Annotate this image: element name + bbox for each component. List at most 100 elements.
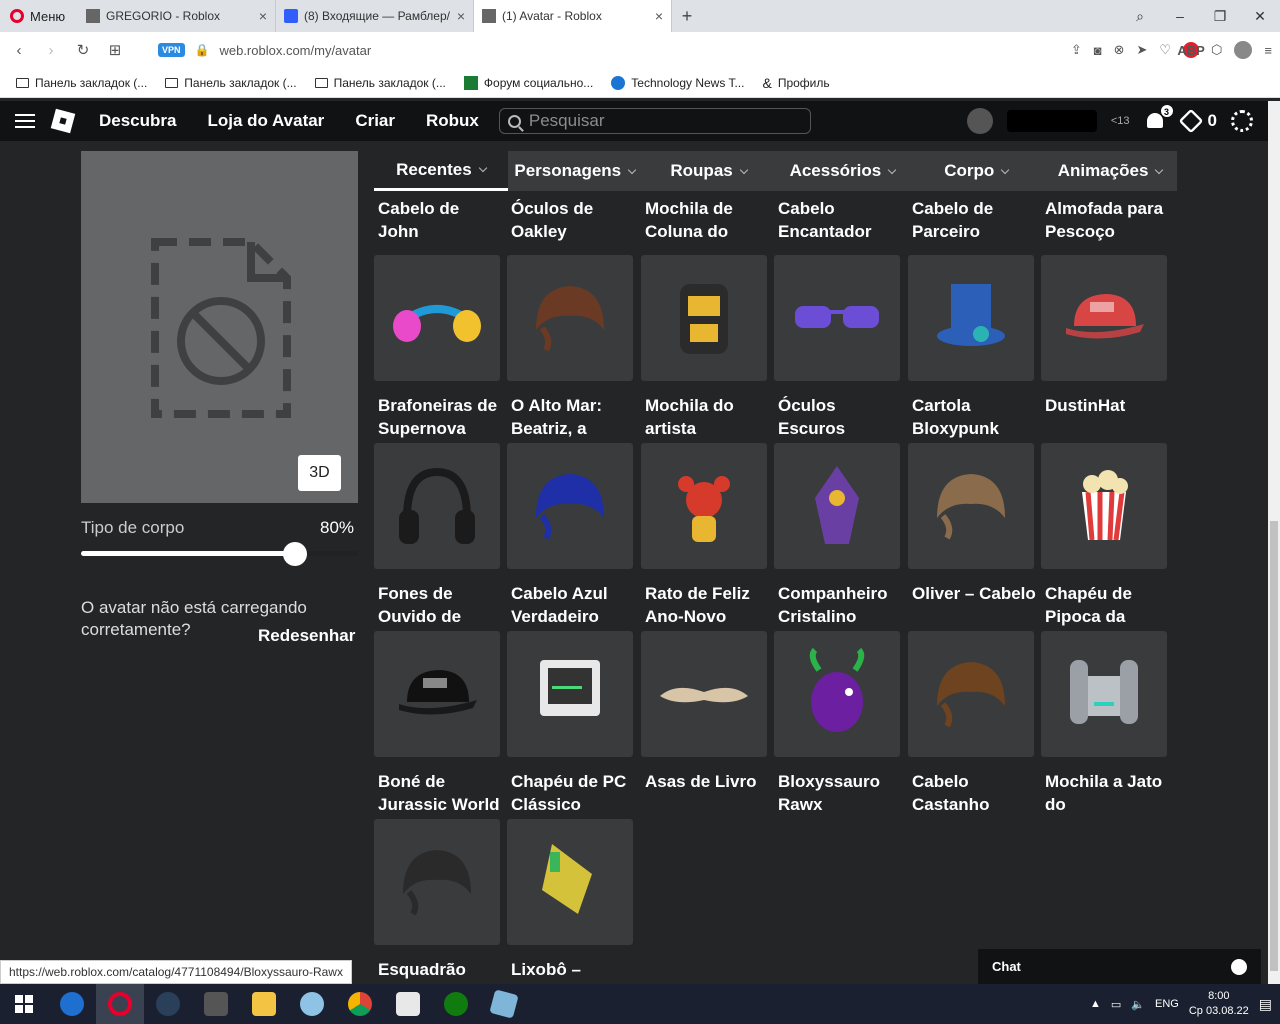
nav-descubra[interactable]: Descubra: [99, 111, 176, 131]
tab-roupas[interactable]: Roupas: [642, 151, 776, 191]
list-item[interactable]: Cabelo Encantador: [774, 197, 900, 243]
hamburger-menu-icon[interactable]: [15, 114, 35, 128]
item-thumbnail[interactable]: [774, 631, 900, 757]
tab-grid-icon[interactable]: ⊞: [104, 41, 126, 59]
block-icon[interactable]: ⊗: [1114, 42, 1125, 58]
chat-bar[interactable]: Chat 1: [978, 949, 1261, 984]
minimize-icon[interactable]: –: [1160, 8, 1200, 24]
menu-dots-icon[interactable]: ≡: [1264, 43, 1272, 58]
roblox-studio-icon[interactable]: [480, 984, 528, 1024]
file-explorer-icon[interactable]: [240, 984, 288, 1024]
url-field[interactable]: web.roblox.com/my/avatar: [219, 43, 1060, 58]
item-thumbnail[interactable]: [507, 443, 633, 569]
item-thumbnail[interactable]: [374, 255, 500, 381]
item-thumbnail[interactable]: [507, 819, 633, 945]
tab-gregorio[interactable]: GREGORIO - Roblox ×: [78, 0, 276, 32]
tray-up-icon[interactable]: ▲: [1090, 998, 1101, 1010]
notifications-icon[interactable]: 3: [1144, 104, 1174, 132]
robux-balance[interactable]: 0: [1178, 108, 1217, 134]
bookmark-item[interactable]: Панель закладок (...: [165, 76, 297, 90]
3d-toggle-button[interactable]: 3D: [298, 455, 341, 491]
item-thumbnail[interactable]: [641, 631, 767, 757]
item-thumbnail[interactable]: [641, 443, 767, 569]
list-item[interactable]: Bloxyssauro Rawx: [774, 631, 900, 816]
list-item[interactable]: Cartola Bloxypunk: [908, 255, 1034, 440]
item-thumbnail[interactable]: [774, 443, 900, 569]
list-item[interactable]: Asas de Livro: [641, 631, 767, 816]
item-thumbnail[interactable]: [374, 631, 500, 757]
nav-robux[interactable]: Robux: [426, 111, 479, 131]
bookmark-item[interactable]: Форум социально...: [463, 75, 593, 90]
close-icon[interactable]: ×: [259, 8, 267, 24]
close-icon[interactable]: ×: [457, 8, 465, 24]
roblox-logo-icon[interactable]: [50, 108, 76, 134]
bookmark-item[interactable]: Technology News T...: [611, 75, 744, 90]
slider-handle[interactable]: [283, 542, 307, 566]
adblock-icon[interactable]: ABP: [1177, 42, 1205, 58]
xbox-icon[interactable]: [432, 984, 480, 1024]
forward-icon[interactable]: ›: [40, 42, 62, 59]
edge-icon[interactable]: [48, 984, 96, 1024]
opera-icon[interactable]: [96, 984, 144, 1024]
list-item[interactable]: Chapéu de PC Clássico: [507, 631, 633, 816]
volume-icon[interactable]: 🔈: [1131, 998, 1145, 1011]
list-item[interactable]: Cabelo Castanho: [908, 631, 1034, 816]
scroll-thumb[interactable]: [1270, 521, 1278, 971]
tab-animacoes[interactable]: Animações: [1043, 151, 1177, 191]
list-item[interactable]: Mochila de Coluna do: [641, 197, 767, 243]
reload-icon[interactable]: ↻: [72, 41, 94, 59]
list-item[interactable]: O Alto Mar: Beatriz, a: [507, 255, 633, 440]
list-item[interactable]: Companheiro Cristalino: [774, 443, 900, 628]
chrome-icon[interactable]: [336, 984, 384, 1024]
nav-create[interactable]: Criar: [355, 111, 395, 131]
notification-center-icon[interactable]: ▤: [1259, 996, 1272, 1013]
list-item[interactable]: Chapéu de Pipoca da: [1041, 443, 1167, 628]
list-item[interactable]: Rato de Feliz Ano-Novo: [641, 443, 767, 628]
item-thumbnail[interactable]: [908, 255, 1034, 381]
store-icon[interactable]: [384, 984, 432, 1024]
item-thumbnail[interactable]: [641, 255, 767, 381]
nav-avatar-shop[interactable]: Loja do Avatar: [207, 111, 324, 131]
list-item[interactable]: Almofada para Pescoço: [1041, 197, 1167, 243]
item-thumbnail[interactable]: [908, 631, 1034, 757]
scrollbar[interactable]: [1268, 101, 1280, 984]
body-type-slider[interactable]: [81, 551, 358, 556]
steam-icon[interactable]: [144, 984, 192, 1024]
list-item[interactable]: Cabelo de Parceiro: [908, 197, 1034, 243]
lock-icon[interactable]: 🔒: [195, 43, 210, 57]
cube-icon[interactable]: ⬡: [1211, 42, 1222, 58]
network-icon[interactable]: ▭: [1111, 998, 1121, 1011]
item-thumbnail[interactable]: [507, 631, 633, 757]
close-icon[interactable]: ×: [655, 8, 663, 24]
item-thumbnail[interactable]: [374, 819, 500, 945]
clock[interactable]: 8:00 Ср 03.08.22: [1189, 989, 1249, 1019]
item-thumbnail[interactable]: [1041, 631, 1167, 757]
language-indicator[interactable]: ENG: [1155, 998, 1179, 1010]
list-item[interactable]: Mochila do artista: [641, 255, 767, 440]
new-tab-button[interactable]: +: [672, 6, 702, 27]
share-icon[interactable]: ⇪: [1071, 42, 1082, 58]
bookmark-item[interactable]: & Профиль: [762, 75, 829, 91]
list-item[interactable]: Mochila a Jato do: [1041, 631, 1167, 816]
item-thumbnail[interactable]: [774, 255, 900, 381]
list-item[interactable]: Brafoneiras de Supernova: [374, 255, 500, 440]
tab-personagens[interactable]: Personagens: [508, 151, 642, 191]
maximize-icon[interactable]: ❐: [1200, 8, 1240, 25]
app-icon[interactable]: [192, 984, 240, 1024]
send-icon[interactable]: ➤: [1136, 42, 1147, 58]
list-item[interactable]: Boné de Jurassic World: [374, 631, 500, 816]
opera-menu-button[interactable]: Меню: [0, 9, 78, 24]
redraw-button[interactable]: Redesenhar: [258, 626, 355, 646]
list-item[interactable]: Cabelo Azul Verdadeiro: [507, 443, 633, 628]
item-thumbnail[interactable]: [1041, 443, 1167, 569]
item-thumbnail[interactable]: [507, 255, 633, 381]
list-item[interactable]: Lixobô – Chapéu: [507, 819, 633, 984]
bookmark-item[interactable]: Панель закладок (...: [314, 76, 446, 90]
tab-avatar[interactable]: (1) Avatar - Roblox ×: [474, 0, 672, 32]
item-thumbnail[interactable]: [1041, 255, 1167, 381]
tab-recentes[interactable]: Recentes: [374, 151, 508, 191]
heart-icon[interactable]: ♡: [1159, 42, 1171, 58]
list-item[interactable]: Oliver – Cabelo: [908, 443, 1036, 628]
tab-corpo[interactable]: Corpo: [909, 151, 1043, 191]
list-item[interactable]: Fones de Ouvido de: [374, 443, 500, 628]
